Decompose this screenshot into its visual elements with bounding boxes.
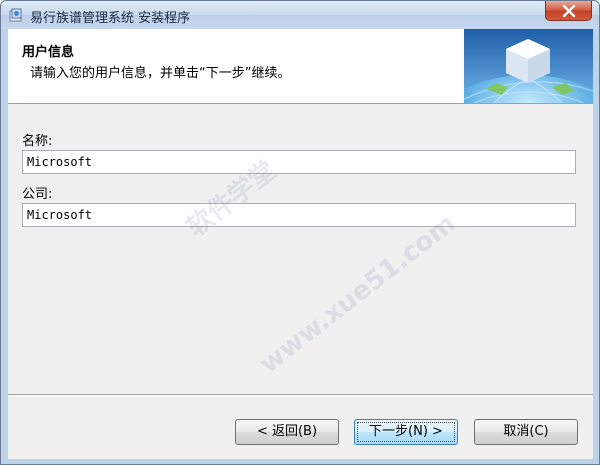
title-bar[interactable]: 易行族谱管理系统 安装程序 [1, 1, 599, 29]
installer-icon [8, 7, 24, 23]
next-button[interactable]: 下一步(N) > [354, 419, 458, 445]
name-label: 名称: [22, 134, 53, 149]
wizard-header: 用户信息 请输入您的用户信息，并单击“下一步”继续。 [8, 29, 593, 104]
watermark-url-text: www.xue51.com [254, 208, 462, 380]
name-field[interactable]: Microsoft [22, 150, 576, 174]
back-button[interactable]: < 返回(B) [235, 419, 339, 445]
divider [8, 394, 593, 396]
cancel-button[interactable]: 取消(C) [474, 419, 578, 445]
window-title: 易行族谱管理系统 安装程序 [30, 11, 191, 26]
close-icon [562, 5, 576, 17]
cube-globe-graphic [464, 29, 593, 103]
page-subtitle: 请输入您的用户信息，并单击“下一步”继续。 [30, 66, 291, 81]
company-label: 公司: [22, 187, 53, 202]
page-title: 用户信息 [22, 45, 75, 60]
installer-window: 易行族谱管理系统 安装程序 用户信息 请输入您的用户信息，并单击“下一步”继续。 [0, 0, 600, 465]
wizard-body: 用户信息 请输入您的用户信息，并单击“下一步”继续。 名称: Microsoft… [8, 29, 593, 459]
company-field[interactable]: Microsoft [22, 203, 576, 227]
close-button[interactable] [545, 1, 592, 21]
